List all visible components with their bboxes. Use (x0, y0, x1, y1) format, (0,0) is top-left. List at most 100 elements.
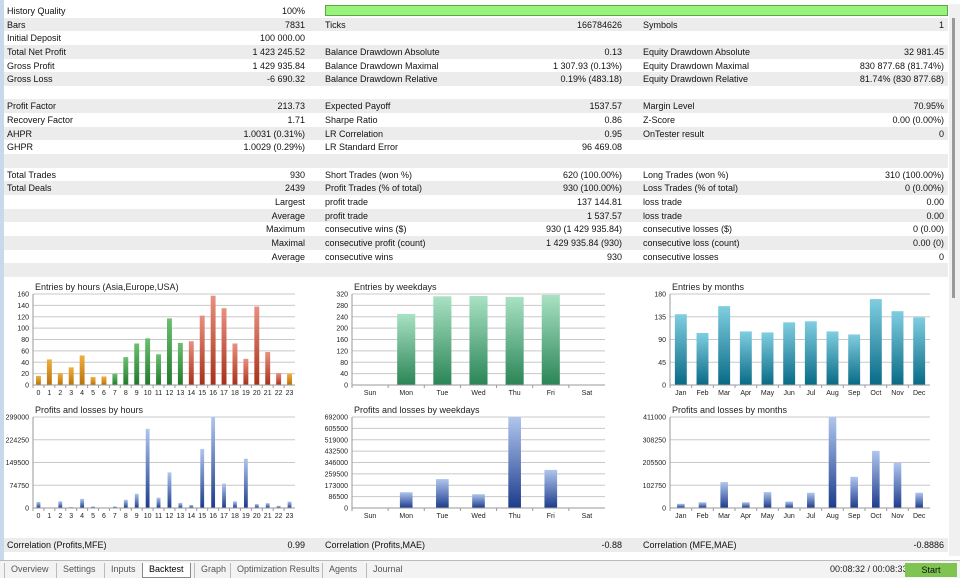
stat-value: 0 (938, 251, 944, 262)
stat-label: consecutive losses (643, 251, 719, 262)
x-tick-label: 8 (124, 390, 128, 397)
y-tick-label: 205500 (643, 460, 666, 467)
bar-19 (243, 358, 249, 385)
stat-value: 0.00 (0) (912, 237, 944, 248)
bar-dec (915, 492, 923, 508)
x-tick-label: 22 (275, 390, 283, 397)
y-tick-label: 0 (25, 383, 29, 390)
stat-value: 70.95% (913, 101, 944, 112)
tab-agents[interactable]: Agents (322, 563, 363, 578)
stat-value: 620 (100.00%) (562, 169, 622, 180)
tab-graph[interactable]: Graph (194, 563, 232, 578)
stat-value: 213.73 (277, 101, 305, 112)
stat-value: 0.13 (604, 46, 622, 57)
stat-label: profit trade (325, 210, 369, 221)
stat-value: 32 981.45 (903, 46, 944, 57)
x-tick-label: 10 (144, 513, 152, 520)
bar-dec (913, 317, 926, 385)
x-tick-label: Sat (582, 513, 593, 520)
stats-row: Total Net Profit 1 423 245.52 Balance Draw… (4, 44, 948, 59)
x-tick-label: 16 (209, 390, 217, 397)
x-tick-label: 11 (155, 513, 162, 520)
stat-value: 1 (938, 19, 944, 30)
x-tick-label: Jul (806, 390, 815, 397)
bar-7 (112, 373, 118, 385)
x-tick-label: 3 (69, 390, 73, 397)
stats-row: Initial Deposit 100 000.00 (4, 31, 948, 45)
tab-settings[interactable]: Settings (56, 563, 102, 578)
stat-value: 930 (606, 251, 622, 262)
x-tick-label: Feb (696, 390, 708, 397)
x-tick-label: Wed (471, 390, 485, 397)
stat-label: OnTester result (643, 128, 705, 139)
x-tick-label: Sat (582, 390, 593, 397)
stat-value: 1.71 (287, 115, 305, 126)
stat-label: consecutive loss (count) (643, 237, 740, 248)
bar-thu (505, 296, 524, 385)
stat-value: 1 429 935.84 (930) (545, 237, 622, 248)
stat-label: LR Correlation (325, 128, 384, 139)
bar-1 (46, 359, 52, 385)
stat-label: loss trade (643, 210, 683, 221)
corr-value-1: 0.99 (287, 540, 305, 550)
bar-fri (541, 294, 560, 385)
tab-inputs[interactable]: Inputs (104, 563, 142, 578)
tab-optimization-results[interactable]: Optimization Results (230, 563, 326, 578)
bar-11 (156, 497, 161, 508)
x-tick-label: 0 (37, 513, 41, 520)
bar-6 (101, 376, 107, 385)
stat-value: 1 423 245.52 (252, 46, 305, 57)
tab-backtest[interactable]: Backtest (142, 563, 191, 578)
bar-19 (243, 458, 248, 508)
x-tick-label: 19 (242, 513, 250, 520)
bar-10 (145, 338, 151, 385)
tab-overview[interactable]: Overview (4, 563, 55, 578)
x-tick-label: Tue (436, 390, 448, 397)
scrollbar-thumb[interactable] (952, 18, 955, 298)
x-tick-label: Nov (891, 390, 904, 397)
x-tick-label: 6 (102, 390, 106, 397)
chart-title: Entries by months (672, 282, 745, 292)
stat-label: Equity Drawdown Maximal (643, 60, 750, 71)
stat-label: Short Trades (won %) (325, 169, 413, 180)
x-tick-label: 21 (264, 513, 272, 520)
stat-value: 310 (100.00%) (884, 169, 944, 180)
elapsed-time: 00:08:32 / 00:08:33 (830, 564, 908, 574)
stats-row: Gross Profit 1 429 935.84 Balance Drawdown… (4, 59, 948, 73)
stats-row: Gross Loss -6 690.32 Balance Drawdown Rela… (4, 72, 948, 86)
stat-value: 166784626 (576, 19, 622, 30)
stat-label: GHPR (7, 142, 34, 153)
chart-title: Entries by weekdays (354, 282, 437, 292)
bar-12 (167, 318, 172, 385)
x-tick-label: Fri (547, 390, 556, 397)
bar-0 (36, 375, 41, 385)
stat-label: History Quality (7, 6, 66, 16)
x-tick-label: 5 (91, 390, 95, 397)
stat-label: Balance Drawdown Relative (325, 74, 438, 85)
y-tick-label: 120 (336, 348, 348, 355)
x-tick-label: 8 (124, 513, 128, 520)
stat-label: consecutive profit (count) (325, 237, 426, 248)
chart-title: Profits and losses by hours (35, 405, 144, 415)
stat-value: 0.86 (604, 115, 622, 126)
bar-mar (720, 482, 728, 508)
bar-23 (287, 501, 292, 508)
tester-tabs: 00:08:32 / 00:08:33 Start Overview Settin… (0, 560, 960, 578)
y-tick-label: 432500 (325, 449, 348, 456)
x-tick-label: Oct (870, 513, 881, 520)
y-tick-label: 280 (336, 303, 348, 310)
correlation-row: Correlation (Profits,MFE) 0.99 Correlati… (4, 538, 948, 552)
x-tick-label: Dec (913, 513, 926, 520)
stat-label: Total Deals (7, 183, 52, 194)
bar-wed (469, 295, 488, 385)
stat-value: Maximum (265, 224, 305, 235)
start-button[interactable]: Start (905, 563, 957, 577)
tab-journal[interactable]: Journal (366, 563, 409, 578)
y-tick-label: 160 (17, 292, 29, 299)
chart-4: Profits and losses by weekdays 0 86500 1730… (325, 405, 605, 520)
y-tick-label: 0 (344, 383, 348, 390)
stat-value: 0.00 (926, 196, 944, 207)
x-tick-label: 18 (231, 513, 239, 520)
x-tick-label: 13 (176, 390, 184, 397)
x-tick-label: Feb (696, 513, 708, 520)
